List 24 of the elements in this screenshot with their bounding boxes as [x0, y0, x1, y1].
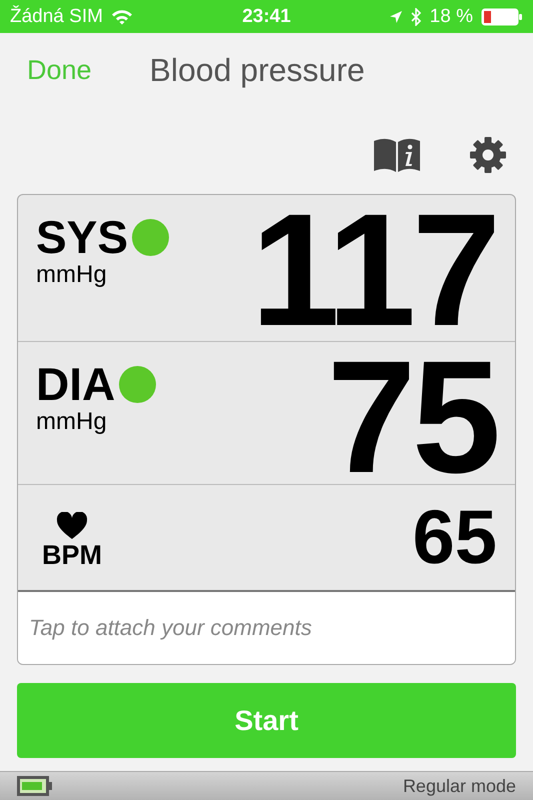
- wifi-icon: [110, 8, 133, 24]
- reading-label: BPM: [42, 540, 102, 571]
- heart-icon: [56, 512, 88, 540]
- reading-label: SYS: [36, 213, 128, 261]
- mode-text: Regular mode: [402, 776, 516, 796]
- done-button[interactable]: Done: [0, 55, 92, 86]
- start-button[interactable]: Start: [17, 683, 516, 758]
- reading-label: DIA: [36, 360, 116, 408]
- location-arrow-icon: [388, 10, 403, 24]
- battery-icon: [480, 8, 523, 26]
- settings-icon[interactable]: [469, 136, 507, 174]
- reading-value: 65: [412, 494, 497, 581]
- unit-label: mmHg: [36, 261, 108, 289]
- carrier-text: Žádná SIM: [10, 6, 103, 28]
- reading-value: 117: [250, 195, 497, 341]
- comment-field[interactable]: Tap to attach your comments: [18, 592, 515, 664]
- reading-value: 75: [327, 342, 497, 484]
- bluetooth-icon: [410, 8, 422, 26]
- unit-label: mmHg: [36, 408, 108, 436]
- clock-text: 23:41: [242, 6, 291, 28]
- battery-percent-text: 18 %: [430, 6, 473, 28]
- book-info-icon[interactable]: [373, 138, 421, 172]
- screen-title: Blood pressure: [150, 52, 365, 89]
- battery-icon: [17, 776, 53, 796]
